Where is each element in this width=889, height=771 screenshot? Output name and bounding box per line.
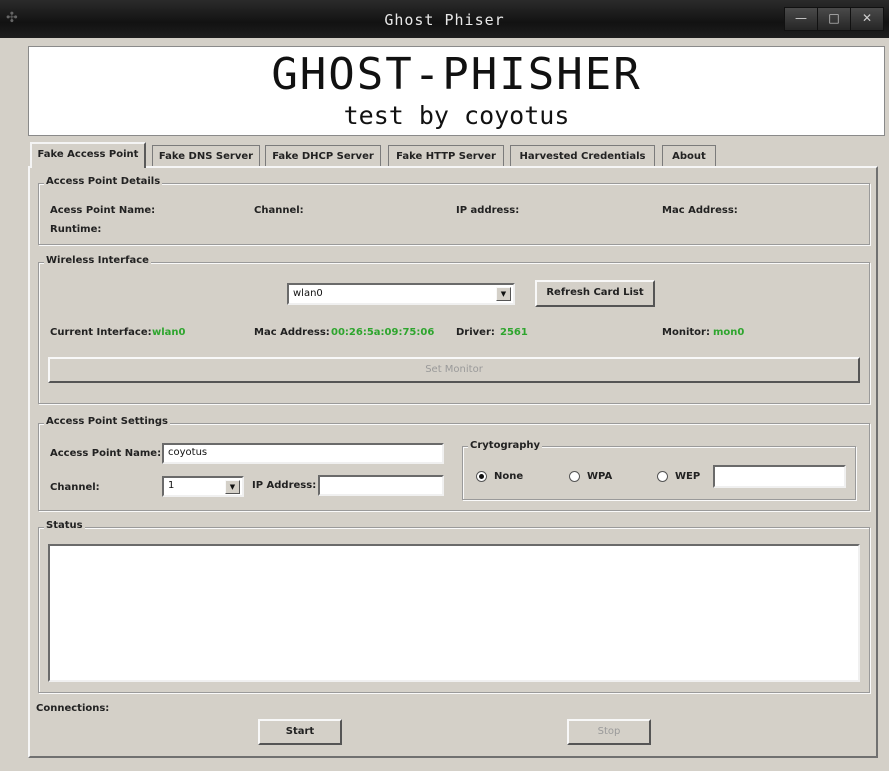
maximize-icon[interactable]: □ xyxy=(817,7,851,31)
tab-fake-dns-server[interactable]: Fake DNS Server xyxy=(152,145,260,167)
crypto-wep-label: WEP xyxy=(675,471,701,482)
ip-address-input[interactable] xyxy=(318,475,444,496)
refresh-card-list-button[interactable]: Refresh Card List xyxy=(535,280,655,307)
app-banner: GHOST-PHISHER test by coyotus xyxy=(28,46,885,136)
cryptography-legend: Crytography xyxy=(468,440,543,451)
chevron-down-icon[interactable]: ▼ xyxy=(225,480,240,494)
ap-ip-label: IP address: xyxy=(456,205,520,216)
title-bar[interactable]: ✣ Ghost Phiser — □ ✕ xyxy=(0,0,889,38)
crypto-none-radio[interactable] xyxy=(476,471,487,482)
ap-runtime-label: Runtime: xyxy=(50,224,102,235)
ap-channel-label: Channel: xyxy=(254,205,304,216)
wireless-interface-legend: Wireless Interface xyxy=(44,255,151,266)
tab-harvested-credentials[interactable]: Harvested Credentials xyxy=(510,145,655,167)
status-legend: Status xyxy=(44,520,85,531)
monitor-label: Monitor: xyxy=(662,327,710,338)
banner-title: GHOST-PHISHER xyxy=(271,49,642,100)
start-button[interactable]: Start xyxy=(258,719,342,745)
channel-select-value: 1 xyxy=(168,480,175,491)
interface-select[interactable]: wlan0 ▼ xyxy=(287,283,515,305)
set-monitor-button[interactable]: Set Monitor xyxy=(48,357,860,383)
ip-address-label: IP Address: xyxy=(252,480,317,491)
close-icon[interactable]: ✕ xyxy=(850,7,884,31)
channel-select[interactable]: 1 ▼ xyxy=(162,476,244,497)
crypto-wpa-radio[interactable] xyxy=(569,471,580,482)
tab-fake-access-point[interactable]: Fake Access Point xyxy=(30,142,146,168)
monitor-value: mon0 xyxy=(713,327,745,338)
ap-mac-label: Mac Address: xyxy=(662,205,738,216)
status-log[interactable] xyxy=(48,544,860,682)
interface-select-value: wlan0 xyxy=(293,288,323,299)
stop-button[interactable]: Stop xyxy=(567,719,651,745)
ap-name-input-value: coyotus xyxy=(168,447,208,458)
tab-fake-dhcp-server[interactable]: Fake DHCP Server xyxy=(265,145,381,167)
chevron-down-icon[interactable]: ▼ xyxy=(496,287,511,301)
ap-name-label: Acess Point Name: xyxy=(50,205,156,216)
banner-subtitle: test by coyotus xyxy=(343,101,570,130)
tab-about[interactable]: About xyxy=(662,145,716,167)
driver-value: 2561 xyxy=(500,327,528,338)
ap-settings-name-label: Access Point Name: xyxy=(50,448,162,459)
mac-address-label: Mac Address: xyxy=(254,327,330,338)
wep-key-input[interactable] xyxy=(713,465,846,488)
tab-fake-http-server[interactable]: Fake HTTP Server xyxy=(388,145,504,167)
crypto-wpa-label: WPA xyxy=(587,471,613,482)
ap-settings-channel-label: Channel: xyxy=(50,482,100,493)
crypto-none-label: None xyxy=(494,471,524,482)
minimize-icon[interactable]: — xyxy=(784,7,818,31)
window-title: Ghost Phiser xyxy=(384,11,505,29)
ap-name-input[interactable]: coyotus xyxy=(162,443,444,464)
crypto-wep-radio[interactable] xyxy=(657,471,668,482)
ap-details-group xyxy=(38,183,870,245)
current-interface-value: wlan0 xyxy=(152,327,186,338)
connections-label: Connections: xyxy=(36,703,110,714)
ap-details-legend: Access Point Details xyxy=(44,176,163,187)
ap-settings-legend: Access Point Settings xyxy=(44,416,170,427)
current-interface-label: Current Interface: xyxy=(50,327,152,338)
driver-label: Driver: xyxy=(456,327,495,338)
mac-address-value: 00:26:5a:09:75:06 xyxy=(331,327,435,338)
